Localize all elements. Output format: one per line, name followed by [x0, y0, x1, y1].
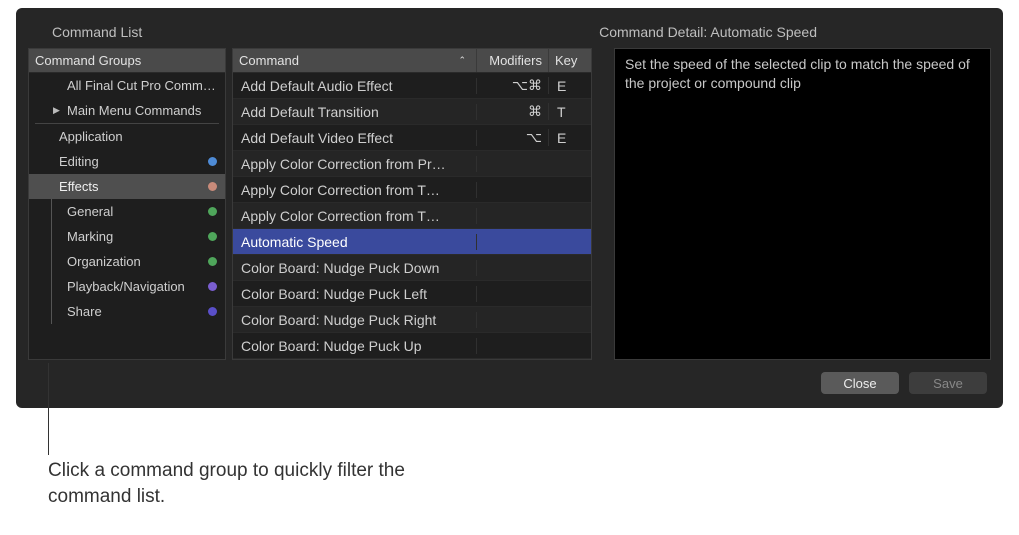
command-row[interactable]: Color Board: Nudge Puck Left — [233, 281, 591, 307]
annotation-text: Click a command group to quickly filter … — [48, 458, 408, 509]
header-command[interactable]: Command ⌃ — [233, 49, 477, 72]
command-detail-column: Set the speed of the selected clip to ma… — [614, 48, 991, 360]
disclosure-triangle-icon[interactable]: ▶ — [53, 105, 63, 116]
sidebar-group-item[interactable]: Marking — [29, 224, 225, 249]
group-label: Organization — [67, 254, 141, 269]
sidebar-group-item[interactable]: Application — [29, 124, 225, 149]
group-label: Playback/Navigation — [67, 279, 185, 294]
command-groups-column: Command Groups All Final Cut Pro Comm… ▶ M… — [28, 48, 226, 360]
command-key: E — [549, 78, 591, 94]
command-row[interactable]: Apply Color Correction from T… — [233, 177, 591, 203]
command-detail-text: Set the speed of the selected clip to ma… — [614, 48, 991, 360]
command-name: Add Default Video Effect — [233, 130, 477, 146]
sidebar-group-item[interactable]: All Final Cut Pro Comm… — [29, 73, 225, 98]
header-key[interactable]: Key — [549, 49, 591, 72]
command-row[interactable]: Add Default Audio Effect⌥⌘E — [233, 73, 591, 99]
command-name: Color Board: Nudge Puck Right — [233, 312, 477, 328]
command-name: Apply Color Correction from T… — [233, 208, 477, 224]
commands-column: Command ⌃ Modifiers Key Add Default Audi… — [232, 48, 592, 360]
sidebar-group-item[interactable]: Share — [29, 299, 225, 324]
command-row[interactable]: Apply Color Correction from Pr… — [233, 151, 591, 177]
command-groups-list: All Final Cut Pro Comm… ▶ Main Menu Comman… — [29, 73, 225, 359]
sidebar-group-item[interactable]: ▶ Main Menu Commands — [29, 98, 225, 123]
command-name: Color Board: Nudge Puck Left — [233, 286, 477, 302]
annotation-leader-line — [48, 363, 49, 455]
sidebar-group-item[interactable]: Effects — [29, 174, 225, 199]
header-command-label: Command — [239, 53, 299, 68]
command-name: Color Board: Nudge Puck Up — [233, 338, 477, 354]
command-row[interactable]: Color Board: Nudge Puck Right — [233, 307, 591, 333]
sidebar-group-item[interactable]: General — [29, 199, 225, 224]
color-dot-icon — [208, 157, 217, 166]
command-modifiers: ⌥ — [477, 129, 549, 146]
color-dot-icon — [208, 182, 217, 191]
header-command-groups[interactable]: Command Groups — [29, 49, 225, 72]
command-name: Add Default Transition — [233, 104, 477, 120]
group-label: Main Menu Commands — [67, 103, 201, 118]
group-label: Effects — [59, 179, 99, 194]
command-name: Apply Color Correction from T… — [233, 182, 477, 198]
command-row[interactable]: Color Board: Nudge Puck Down — [233, 255, 591, 281]
sidebar-group-item[interactable]: Editing — [29, 149, 225, 174]
color-dot-icon — [208, 307, 217, 316]
group-label: Marking — [67, 229, 113, 244]
command-row[interactable]: Color Board: Nudge Puck Up — [233, 333, 591, 359]
command-modifiers: ⌥⌘ — [477, 77, 549, 94]
command-name: Automatic Speed — [233, 234, 477, 250]
command-key: E — [549, 130, 591, 146]
group-label: Editing — [59, 154, 99, 169]
close-button[interactable]: Close — [821, 372, 899, 394]
command-row[interactable]: Automatic Speed — [233, 229, 591, 255]
header-modifiers[interactable]: Modifiers — [477, 49, 549, 72]
command-editor-panel: Command List Command Detail: Automatic S… — [16, 8, 1003, 408]
panel-titles: Command List Command Detail: Automatic S… — [28, 18, 991, 48]
color-dot-icon — [208, 207, 217, 216]
sort-ascending-icon: ⌃ — [458, 55, 470, 66]
command-row[interactable]: Add Default Video Effect⌥E — [233, 125, 591, 151]
group-label: General — [67, 204, 113, 219]
command-row[interactable]: Add Default Transition⌘T — [233, 99, 591, 125]
dialog-buttons: Close Save — [28, 360, 991, 396]
save-button[interactable]: Save — [909, 372, 987, 394]
color-dot-icon — [208, 232, 217, 241]
command-name: Color Board: Nudge Puck Down — [233, 260, 477, 276]
sidebar-group-item[interactable]: Organization — [29, 249, 225, 274]
detail-title-name: Automatic Speed — [710, 24, 817, 40]
commands-list: Add Default Audio Effect⌥⌘EAdd Default T… — [233, 73, 591, 359]
group-label: All Final Cut Pro Comm… — [67, 78, 216, 93]
command-detail-title: Command Detail: Automatic Speed — [599, 24, 987, 40]
command-name: Add Default Audio Effect — [233, 78, 477, 94]
command-key: T — [549, 104, 591, 120]
command-name: Apply Color Correction from Pr… — [233, 156, 477, 172]
detail-title-prefix: Command Detail: — [599, 24, 710, 40]
command-row[interactable]: Apply Color Correction from T… — [233, 203, 591, 229]
command-modifiers: ⌘ — [477, 103, 549, 120]
command-list-title: Command List — [52, 24, 142, 40]
color-dot-icon — [208, 282, 217, 291]
color-dot-icon — [208, 257, 217, 266]
group-label: Application — [59, 129, 123, 144]
sidebar-group-item[interactable]: Playback/Navigation — [29, 274, 225, 299]
group-label: Share — [67, 304, 102, 319]
